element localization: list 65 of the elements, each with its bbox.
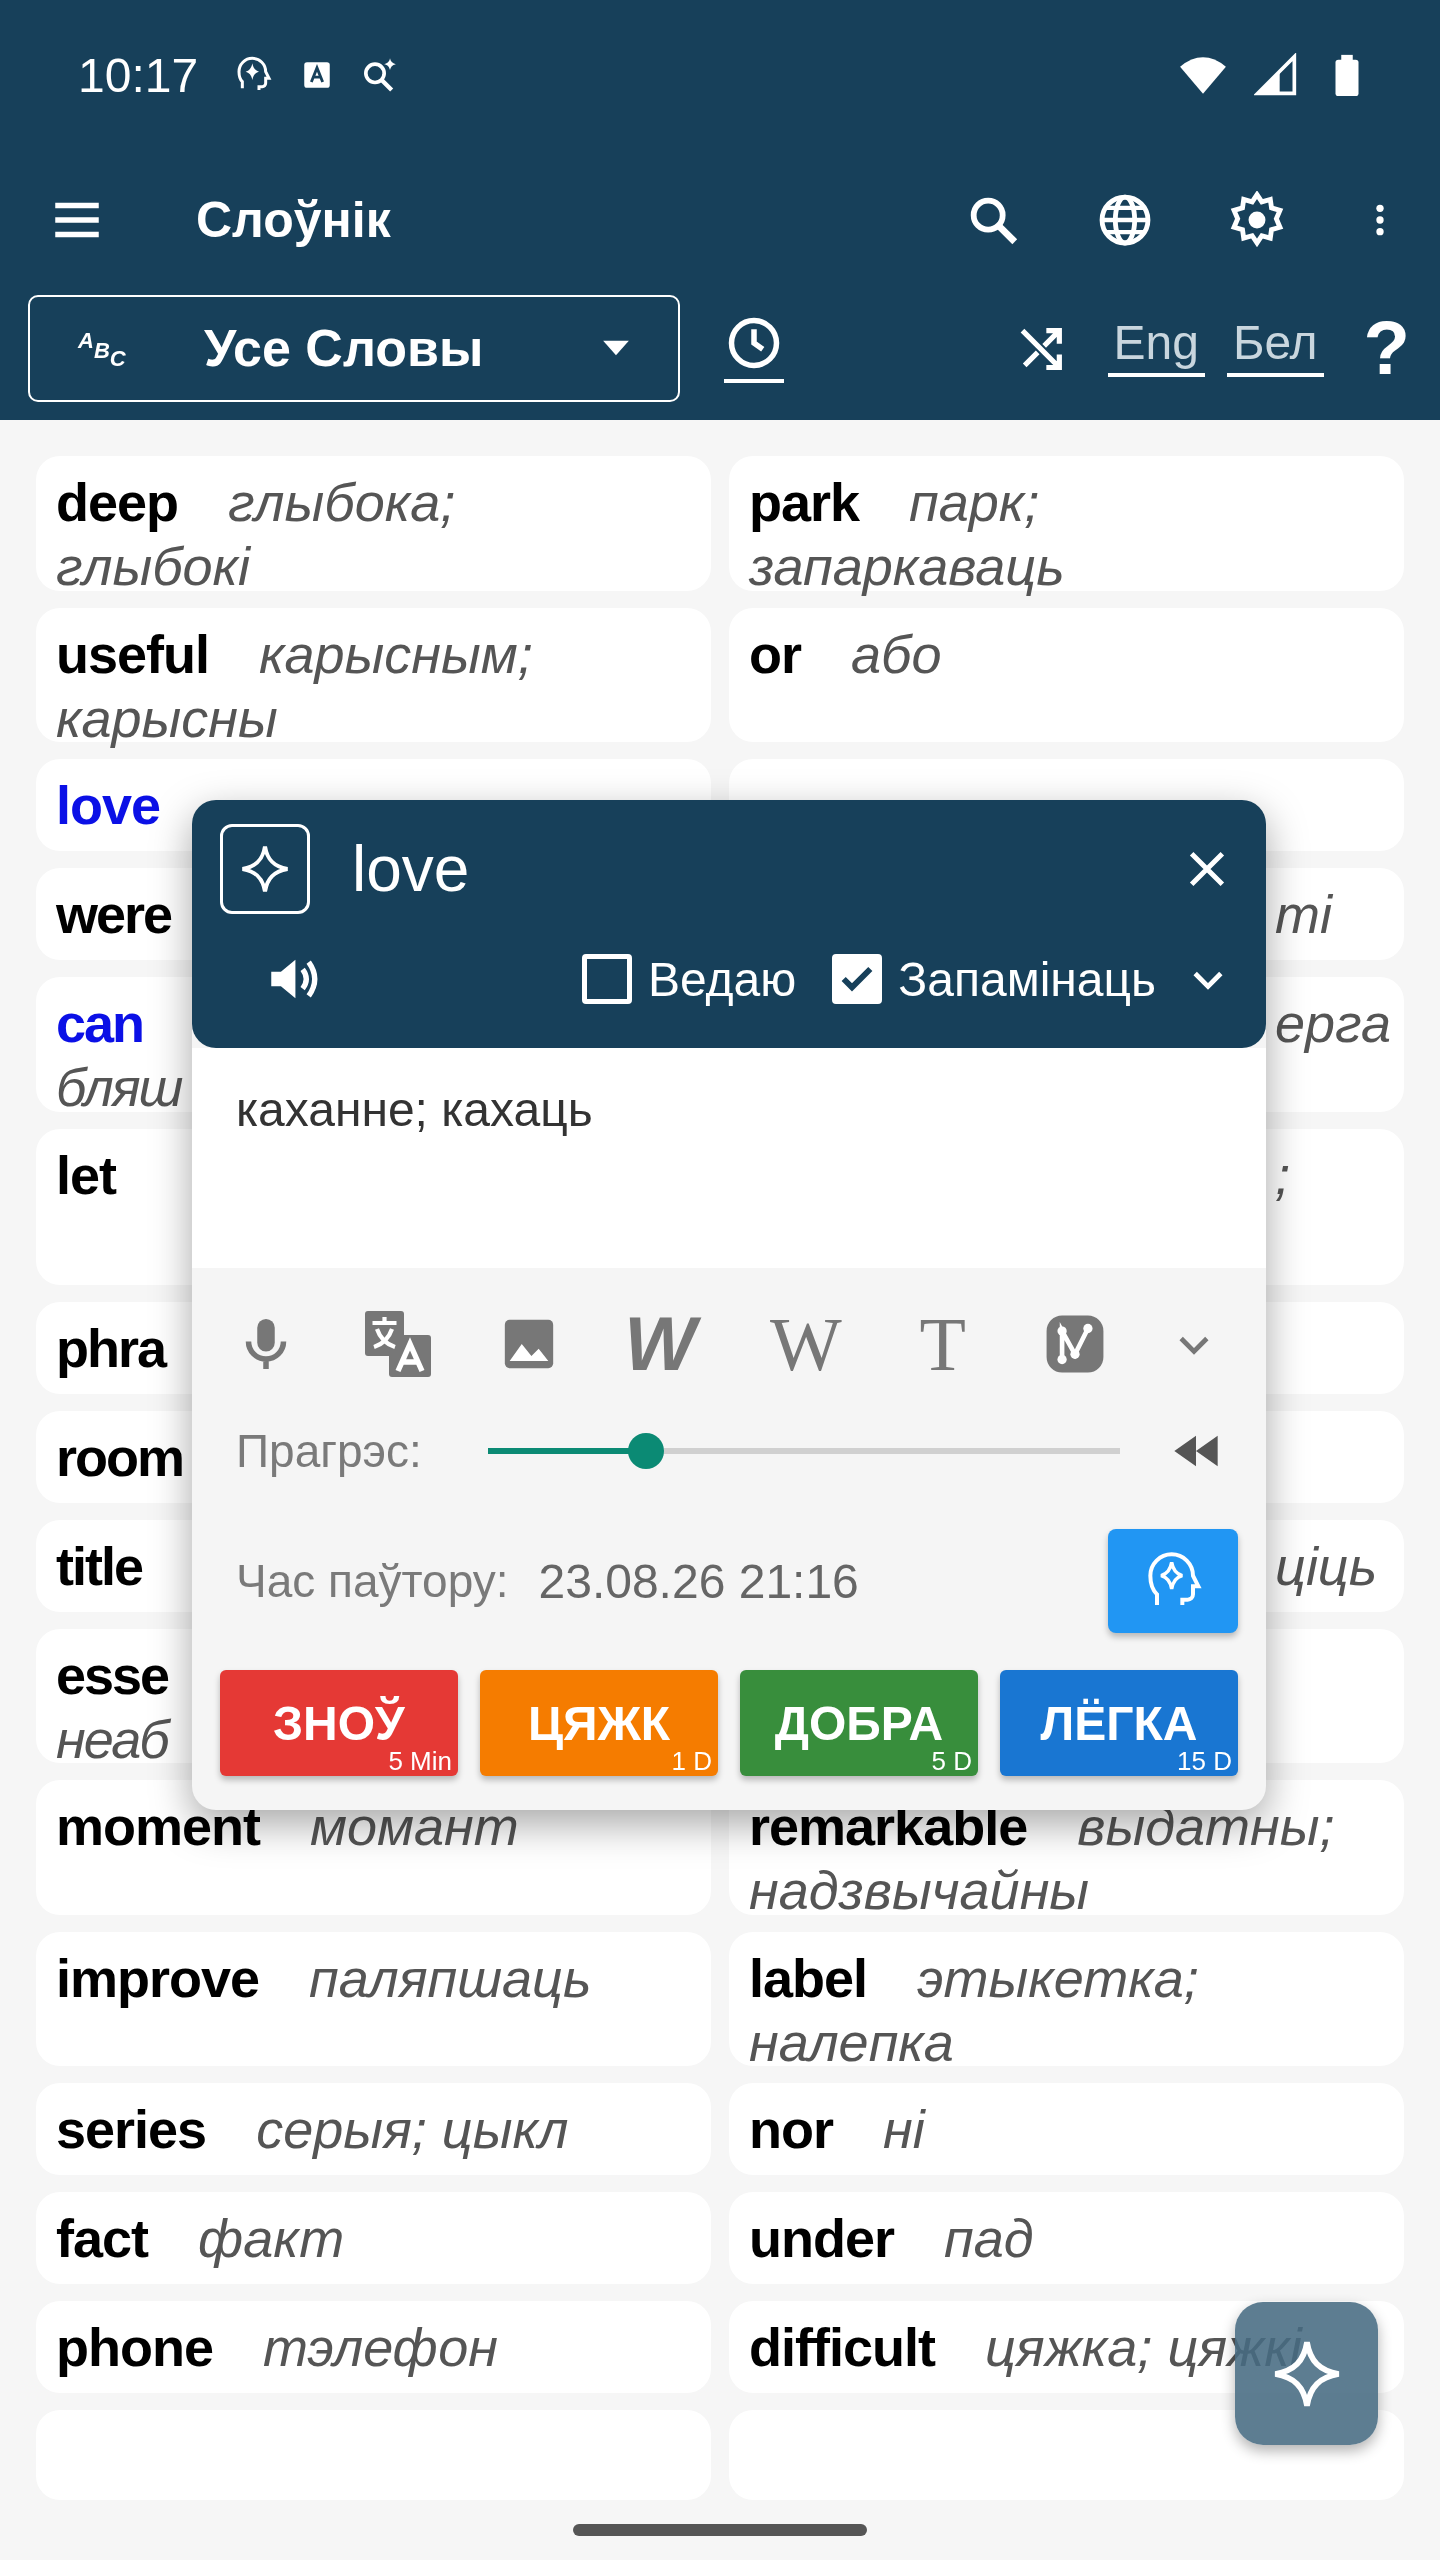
grade-button[interactable]: ЗНОЎ 5 Min [220,1670,458,1776]
grade-interval: 15 D [1177,1748,1232,1774]
popup-word: love [352,832,471,906]
source-button[interactable]: W [770,1306,842,1382]
review-time-value: 23.08.26 21:16 [538,1553,860,1609]
word-entry: useful карысным; карысны [56,623,533,748]
help-button[interactable]: ? [1363,310,1410,386]
checkbox[interactable] [832,954,883,1004]
grade-button[interactable]: ЛЁГКА 15 D [1000,1670,1238,1776]
sparkle-button[interactable] [220,824,310,914]
translation: ерга [1275,993,1392,1053]
word-entry: fact факт [56,2208,345,2268]
settings-icon[interactable] [1228,191,1286,249]
word-entry: title [56,1534,142,1598]
checkbox-option[interactable]: Запамінаць [832,951,1156,1007]
word-card[interactable]: label этыкетка; налепка [729,1931,1404,2066]
word-entry: moment момант [56,1796,519,1856]
progress-label: Прагрэс: [236,1424,422,1478]
source-button[interactable]: T [907,1306,978,1382]
translation: ті [1275,884,1332,944]
word-entry: can бляш [56,992,182,1119]
grade-interval: 5 Min [388,1748,452,1774]
slider-thumb[interactable] [627,1433,664,1469]
word-entry: improve паляпшаць [56,1947,592,2008]
language-tab[interactable]: Eng [1107,319,1205,377]
signal-icon [1254,53,1298,97]
word-entry: park парк; запаркаваць [749,472,1065,596]
word-entry: room [56,1425,183,1489]
word-card[interactable]: fact факт [36,2192,711,2284]
grade-interval: 1 D [671,1748,712,1774]
word-entry: let [56,1144,118,1205]
word-card[interactable]: improve паляпшаць [36,1931,711,2066]
popup-translation: каханне; кахаць [192,1048,1266,1268]
checkbox-label: Ведаю [647,951,797,1007]
word-list-dropdown[interactable]: ABC Усе Словы [28,294,680,402]
translation: ціць [1275,1535,1378,1596]
checkbox-option[interactable]: Ведаю [581,951,797,1007]
word-card[interactable]: or або [729,607,1404,742]
clock-time: 10:17 [78,47,199,103]
word-card[interactable]: series серыя; цыкл [36,2083,711,2175]
word-card[interactable]: deep глыбока; глыбокі [36,456,711,591]
word-card[interactable]: phone тэлефон [36,2301,711,2393]
word-card[interactable]: under пад [729,2192,1404,2284]
translation: ; [1275,1144,1290,1205]
language-tab[interactable]: Бел [1226,319,1324,377]
word-entry: under пад [749,2208,1034,2268]
grade-interval: 5 D [931,1748,972,1774]
word-entry: phone тэлефон [56,2317,499,2377]
checkbox-label: Запамінаць [898,951,1156,1007]
word-card[interactable] [729,2410,1404,2500]
checkbox[interactable] [581,954,632,1004]
grade-button[interactable]: ДОБРА 5 D [740,1670,978,1776]
review-time-label: Час паўтору: [236,1554,509,1608]
word-entry: phra [56,1316,166,1380]
word-entry: nor ні [749,2099,925,2159]
word-entry: series серыя; цыкл [56,2099,569,2159]
word-entry: or або [749,623,942,684]
word-card[interactable]: nor ні [729,2083,1404,2175]
word-entry: were [56,883,172,946]
word-entry: love [56,775,162,835]
source-button[interactable]: W [624,1306,704,1382]
brain-button[interactable] [1108,1529,1238,1633]
word-entry: esse неаб [56,1643,169,1771]
app-title: Слоўнік [196,191,392,249]
abc-icon-letters: ABC [78,328,127,368]
